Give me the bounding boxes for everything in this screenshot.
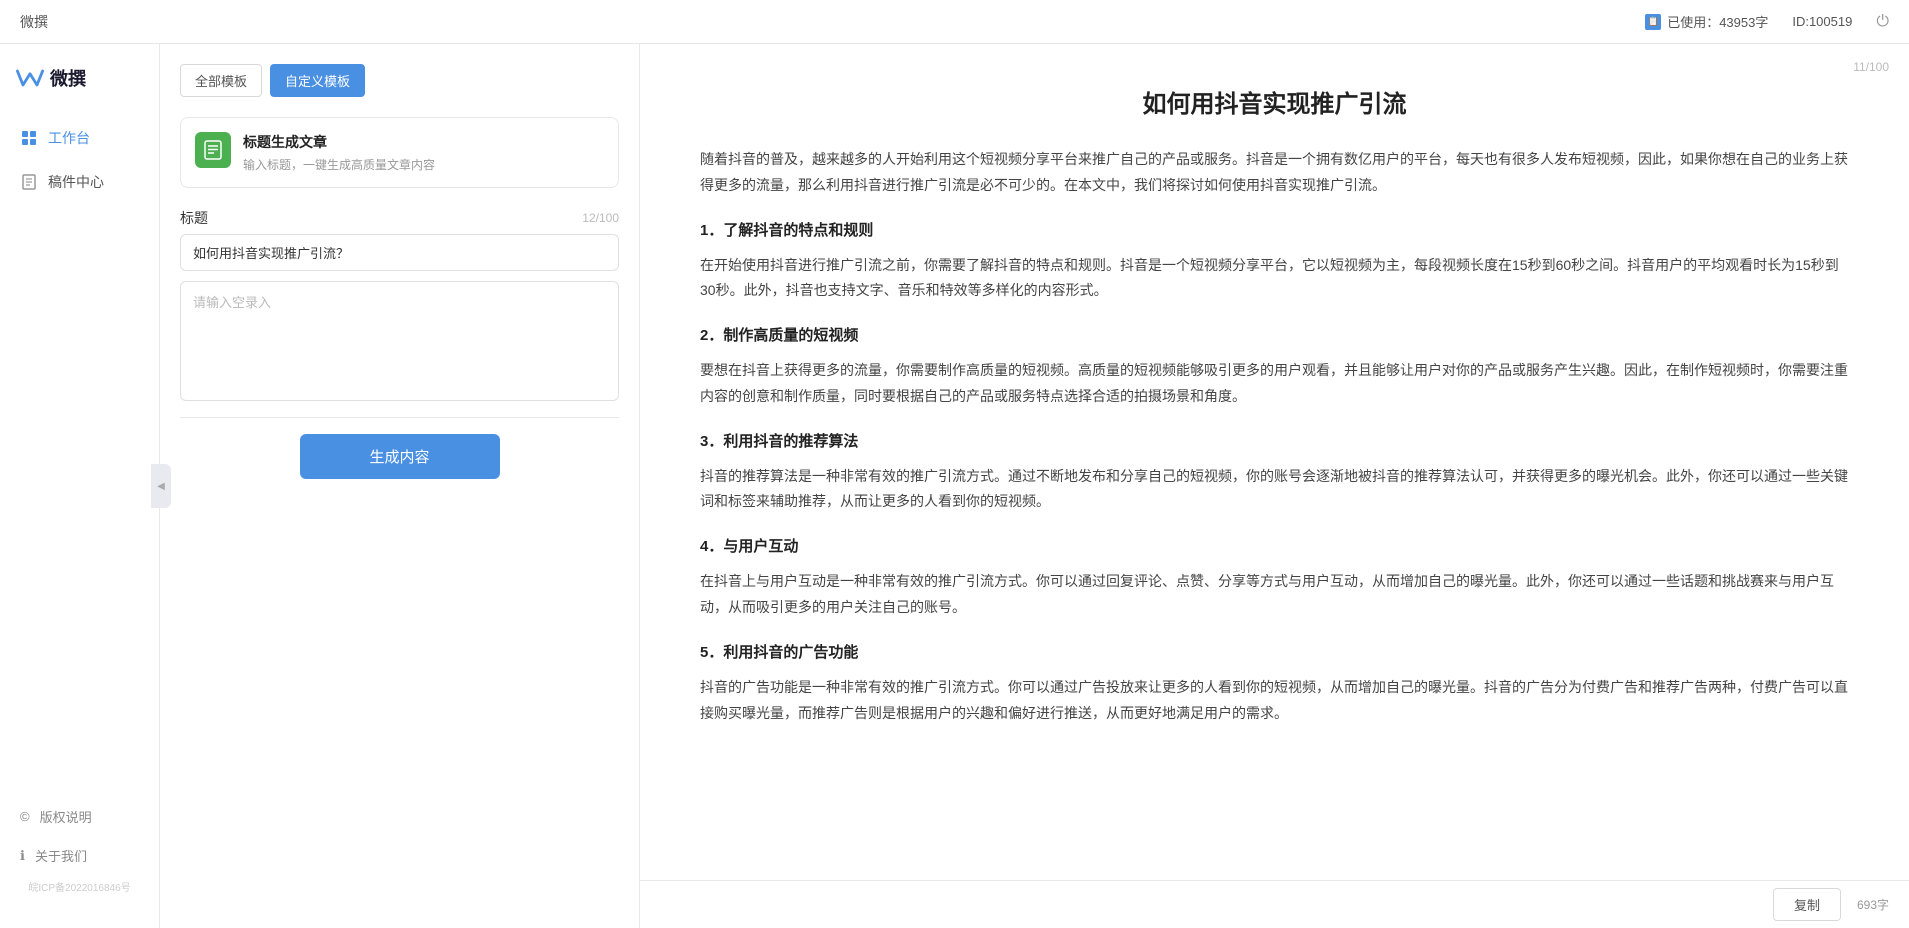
sidebar: 微撰 工作台 (0, 44, 160, 928)
article-paragraph: 在开始使用抖音进行推广引流之前，你需要了解抖音的特点和规则。抖音是一个短视频分享… (700, 253, 1849, 305)
content-input-placeholder[interactable]: 请输入空录入 (180, 281, 619, 401)
title-label: 标题 (180, 208, 208, 228)
article-paragraph: 要想在抖音上获得更多的流量，你需要制作高质量的短视频。高质量的短视频能够吸引更多… (700, 358, 1849, 410)
template-card-name: 标题生成文章 (243, 132, 435, 152)
usage-label: 已使用：43953字 (1667, 12, 1768, 31)
word-count: 693字 (1857, 896, 1889, 913)
title-count: 12/100 (582, 211, 619, 225)
copyright-label: 版权说明 (40, 807, 92, 826)
article-paragraph: 抖音的推荐算法是一种非常有效的推广引流方式。通过不断地发布和分享自己的短视频，你… (700, 464, 1849, 516)
about-label: 关于我们 (35, 846, 87, 865)
sidebar-collapse-button[interactable]: ◀ (151, 464, 171, 508)
icp-text: 皖ICP备2022016846号 (0, 875, 159, 898)
sidebar-item-copyright[interactable]: © 版权说明 (0, 797, 159, 836)
content-placeholder-text: 请输入空录入 (193, 295, 271, 310)
id-label: ID:100519 (1792, 14, 1852, 29)
tab-all-templates[interactable]: 全部模板 (180, 64, 262, 97)
article-paragraph: 随着抖音的普及，越来越多的人开始利用这个短视频分享平台来推广自己的产品或服务。抖… (700, 147, 1849, 199)
power-button[interactable]: ⏻ (1876, 13, 1889, 31)
tab-custom-templates[interactable]: 自定义模板 (270, 64, 365, 97)
template-card-icon (195, 132, 231, 168)
form-section: 标题 12/100 请输入空录入 (180, 208, 619, 401)
sidebar-logo: 微撰 (0, 64, 159, 116)
sidebar-item-workbench-label: 工作台 (48, 128, 90, 148)
usage-info: 📋 已使用：43953字 (1645, 12, 1768, 31)
article-paragraph: 在抖音上与用户互动是一种非常有效的推广引流方式。你可以通过回复评论、点赞、分享等… (700, 569, 1849, 621)
copyright-icon: © (20, 809, 30, 824)
template-card-desc: 输入标题，一键生成高质量文章内容 (243, 156, 435, 173)
sidebar-item-drafts[interactable]: 稿件中心 (0, 160, 159, 204)
sidebar-bottom: © 版权说明 ℹ 关于我们 皖ICP备2022016846号 (0, 797, 159, 908)
generate-button[interactable]: 生成内容 (300, 434, 500, 479)
header-title: 微撰 (20, 12, 48, 32)
main-layout: 微撰 工作台 (0, 44, 1909, 928)
about-icon: ℹ (20, 848, 25, 864)
logo-icon (16, 64, 44, 92)
sidebar-nav: 工作台 稿件中心 (0, 116, 159, 797)
article-heading: 1．了解抖音的特点和规则 (700, 217, 1849, 245)
workbench-icon (20, 129, 38, 147)
article-heading: 4．与用户互动 (700, 533, 1849, 561)
header-right: 📋 已使用：43953字 ID:100519 ⏻ (1645, 12, 1889, 31)
article-title: 如何用抖音实现推广引流 (700, 84, 1849, 119)
right-panel: 11/100 如何用抖音实现推广引流 随着抖音的普及，越来越多的人开始利用这个短… (640, 44, 1909, 928)
usage-icon: 📋 (1645, 14, 1661, 30)
template-tabs: 全部模板 自定义模板 (180, 64, 619, 97)
article-heading: 5．利用抖音的广告功能 (700, 639, 1849, 667)
content-area: 全部模板 自定义模板 标题生成文章 输入标题，一键生成高质量文章内容 (160, 44, 1909, 928)
article-paragraph: 抖音的广告功能是一种非常有效的推广引流方式。你可以通过广告投放来让更多的人看到你… (700, 675, 1849, 727)
sidebar-item-about[interactable]: ℹ 关于我们 (0, 836, 159, 875)
article-heading: 2．制作高质量的短视频 (700, 322, 1849, 350)
title-input[interactable] (180, 234, 619, 271)
sidebar-item-workbench[interactable]: 工作台 (0, 116, 159, 160)
article-heading: 3．利用抖音的推荐算法 (700, 428, 1849, 456)
bottom-bar: 复制 693字 (640, 880, 1909, 928)
page-counter: 11/100 (1853, 60, 1889, 74)
copy-button[interactable]: 复制 (1773, 888, 1841, 921)
article-body: 随着抖音的普及，越来越多的人开始利用这个短视频分享平台来推广自己的产品或服务。抖… (700, 147, 1849, 726)
form-label-row: 标题 12/100 (180, 208, 619, 228)
left-panel: 全部模板 自定义模板 标题生成文章 输入标题，一键生成高质量文章内容 (160, 44, 640, 928)
drafts-icon (20, 173, 38, 191)
template-card-info: 标题生成文章 输入标题，一键生成高质量文章内容 (243, 132, 435, 173)
sidebar-item-drafts-label: 稿件中心 (48, 172, 104, 192)
template-card-title-article[interactable]: 标题生成文章 输入标题，一键生成高质量文章内容 (180, 117, 619, 188)
top-header: 微撰 📋 已使用：43953字 ID:100519 ⏻ (0, 0, 1909, 44)
divider (180, 417, 619, 418)
article-container: 11/100 如何用抖音实现推广引流 随着抖音的普及，越来越多的人开始利用这个短… (640, 44, 1909, 880)
logo-text: 微撰 (50, 65, 86, 91)
